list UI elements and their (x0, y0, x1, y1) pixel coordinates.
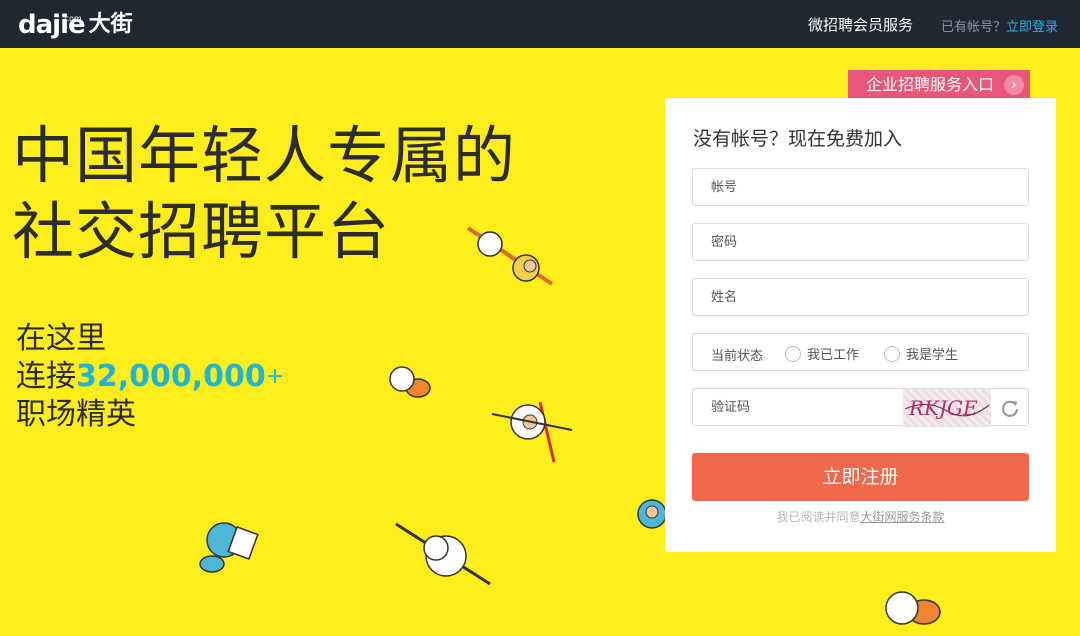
account-field[interactable] (692, 168, 1029, 206)
refresh-captcha-icon[interactable] (1000, 398, 1020, 418)
status-working-label: 我已工作 (807, 348, 860, 363)
dajie-logo[interactable]: dajie .com 大街 (18, 6, 133, 40)
status-student-radio[interactable]: 我是学生 (884, 344, 958, 363)
login-link[interactable]: 立即登录 (1006, 20, 1058, 35)
person-illustration-edge (637, 499, 667, 529)
connect-text: 连接 (16, 359, 76, 394)
have-account-text: 已有帐号？ (941, 20, 1007, 35)
hero-subtitle: 在这里 连接32,000,000+ 职场精英 (16, 320, 284, 434)
status-student-label: 我是学生 (906, 348, 959, 363)
terms-link[interactable]: 大街网服务条款 (861, 510, 945, 524)
captcha-image[interactable]: RKJGE (903, 389, 991, 427)
name-field[interactable] (692, 278, 1029, 316)
cyclist-illustration-bottom (395, 522, 491, 586)
hero-sub-line-2: 连接32,000,000+ (16, 358, 284, 396)
name-input[interactable] (693, 279, 1028, 315)
captcha-graphic: RKJGE (904, 396, 990, 420)
person-illustration-small (389, 366, 431, 398)
member-count: 32,000,000 (76, 359, 266, 394)
account-input[interactable] (693, 169, 1028, 205)
password-field[interactable] (692, 223, 1029, 261)
hero-sub-line-1: 在这里 (16, 321, 106, 356)
logo-dotcom: .com (62, 14, 82, 23)
radio-circle-icon[interactable] (785, 345, 801, 362)
status-working-radio[interactable]: 我已工作 (785, 344, 859, 363)
plus-sign: + (265, 364, 285, 389)
person-illustration-middle (491, 401, 573, 463)
terms-prefix: 我已阅读并同意 (776, 510, 861, 524)
terms-agreement: 我已阅读并同意大街网服务条款 (665, 508, 1056, 525)
top-navigation-bar: dajie .com 大街 微招聘会员服务 已有帐号？立即登录 (0, 0, 1080, 48)
person-illustration-reading (199, 522, 259, 573)
status-label: 当前状态 (711, 349, 764, 364)
registration-card: 没有帐号？现在免费加入 当前状态 我已工作 我是学生 RKJGE (665, 98, 1056, 552)
enterprise-label: 企业招聘服务入口 (866, 75, 995, 94)
recruitment-membership-link[interactable]: 微招聘会员服务 (808, 14, 913, 35)
status-field: 当前状态 我已工作 我是学生 (692, 333, 1029, 371)
password-input[interactable] (693, 224, 1028, 260)
enterprise-recruitment-button[interactable]: 企业招聘服务入口 › (848, 70, 1030, 100)
hero-title-line-1: 中国年轻人专属的 (12, 119, 517, 192)
hero-sub-line-3: 职场精英 (16, 397, 136, 432)
cyclist-illustration-top (466, 226, 554, 286)
captcha-text: RKJGE (908, 396, 978, 420)
person-illustration-bottom-right (885, 591, 941, 625)
captcha-input[interactable] (693, 389, 893, 425)
captcha-field[interactable]: RKJGE (692, 388, 1029, 427)
logo-wordmark: dajie .com (18, 10, 86, 40)
register-button[interactable]: 立即注册 (692, 453, 1029, 501)
registration-title: 没有帐号？现在免费加入 (693, 128, 903, 150)
radio-circle-icon[interactable] (884, 345, 900, 362)
chevron-right-icon: › (1004, 75, 1024, 95)
logo-chinese: 大街 (88, 12, 133, 37)
login-prompt: 已有帐号？立即登录 (941, 16, 1058, 35)
